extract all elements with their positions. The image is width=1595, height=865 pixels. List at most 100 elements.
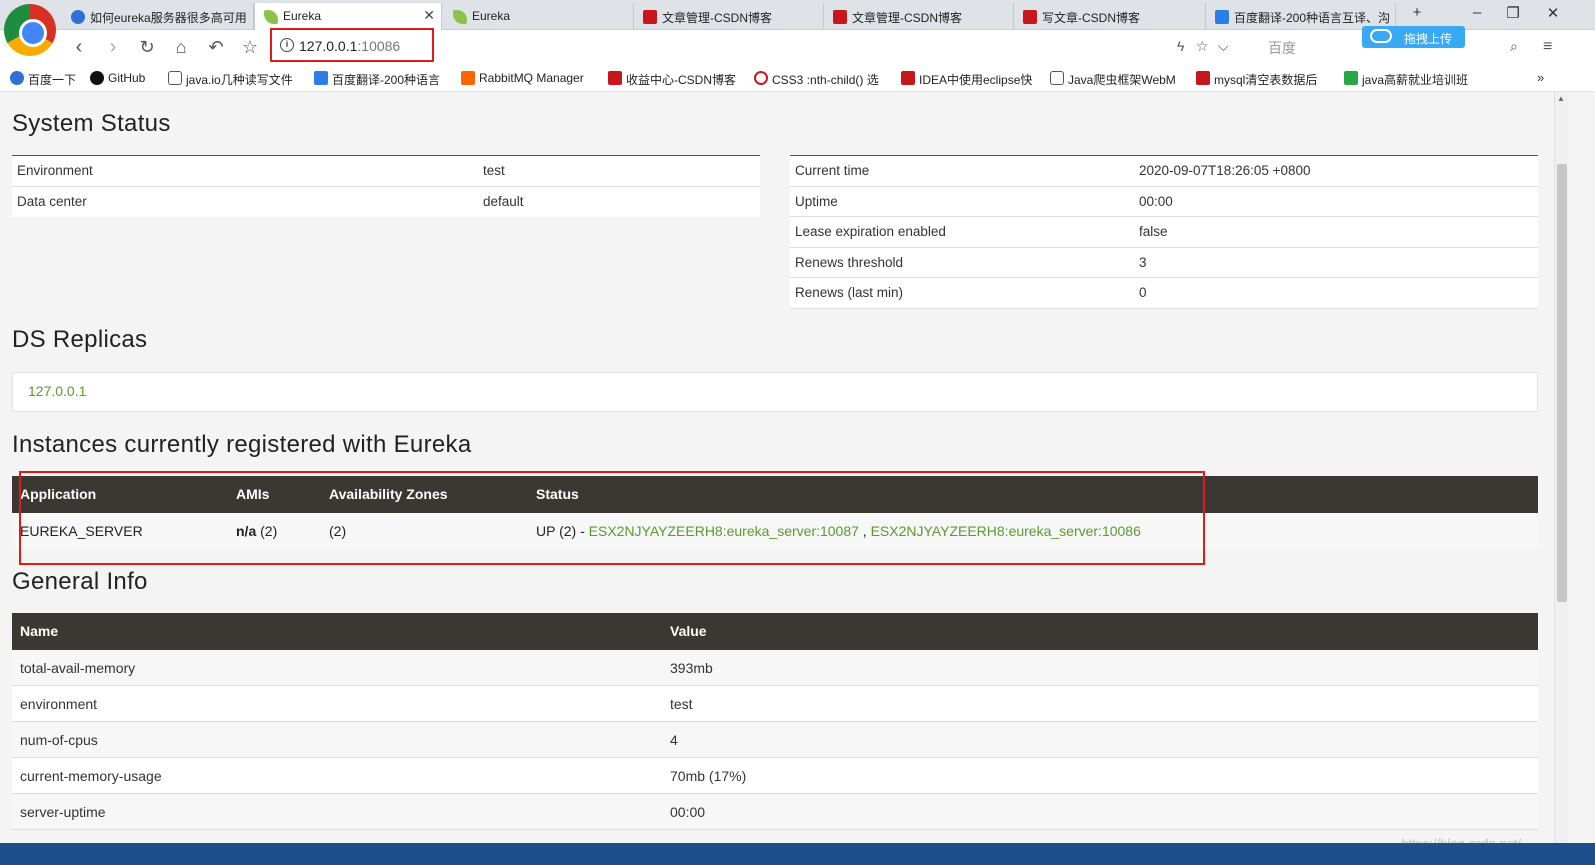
table-row: Environment test	[12, 156, 760, 187]
window-close-icon[interactable]: ✕	[1538, 4, 1568, 22]
system-status-title: System Status	[12, 110, 171, 137]
more-bookmarks-icon[interactable]: »	[1537, 70, 1544, 85]
csdn-icon	[1023, 10, 1037, 24]
scrollbar[interactable]: ▲	[1554, 92, 1568, 865]
bookmark-item[interactable]: IDEA中使用eclipse快	[901, 71, 1037, 88]
info-icon[interactable]: i	[280, 38, 294, 52]
url-text: 127.0.0.1:10086	[299, 38, 401, 54]
table-row: environment test	[12, 686, 1538, 722]
translate-icon	[1215, 10, 1229, 24]
bookmarks-bar: 百度一下 GitHub java.io几种读写文件 百度翻译-200种语言 Ra…	[0, 64, 1595, 92]
csdn-icon	[643, 10, 657, 24]
tab-eureka-active[interactable]: Eureka ✕	[254, 3, 442, 30]
system-status-left-table: Environment test Data center default	[12, 155, 760, 217]
browser-logo-icon	[4, 4, 56, 56]
star-icon[interactable]: ☆	[237, 36, 263, 58]
bookmark-item[interactable]: mysql清空表数据后	[1196, 71, 1332, 88]
search-icon[interactable]: ⌕	[1510, 38, 1518, 55]
toolbar: ‹ › ↻ ⌂ ↶ ☆	[0, 30, 1595, 64]
table-row: total-avail-memory 393mb	[12, 650, 1538, 686]
new-tab-icon[interactable]: +	[1402, 4, 1432, 21]
address-bar[interactable]: i 127.0.0.1:10086	[270, 28, 434, 62]
home-icon[interactable]: ⌂	[168, 36, 194, 58]
tab-2[interactable]: Eureka	[444, 3, 634, 30]
column-header: Name	[20, 623, 59, 639]
bookmark-item[interactable]: 百度翻译-200种语言	[314, 71, 448, 88]
menu-icon[interactable]: ≡	[1543, 38, 1552, 56]
highlight-box	[19, 471, 1205, 565]
reload-icon[interactable]: ↻	[134, 36, 160, 58]
lightning-icon[interactable]: ϟ	[1177, 38, 1184, 54]
taskbar	[0, 843, 1595, 865]
tab-label: 如何eureka服务器很多高可用	[90, 11, 247, 25]
rabbitmq-icon	[461, 71, 475, 85]
csdn-icon	[1196, 71, 1210, 85]
scroll-up-icon[interactable]: ▲	[1557, 94, 1565, 103]
tab-label: Eureka	[472, 9, 511, 23]
upload-button[interactable]: 拖拽上传	[1362, 26, 1465, 48]
table-row: Renews (last min) 0	[790, 278, 1538, 309]
restore-icon[interactable]: ❐	[1498, 4, 1528, 22]
table-header: Name Value	[12, 613, 1538, 650]
bookmark-icon	[1050, 71, 1064, 85]
paw-icon	[71, 10, 85, 24]
ds-replicas-title: DS Replicas	[12, 326, 148, 353]
general-info-rows: total-avail-memory 393mb environment test …	[12, 650, 1538, 830]
github-icon	[90, 71, 104, 85]
bookmark-item[interactable]: Java爬虫框架WebM	[1050, 71, 1184, 88]
system-status-right-table: Current time 2020-09-07T18:26:05 +0800 Up…	[790, 155, 1538, 309]
bookmark-icon	[168, 71, 182, 85]
csdn-icon	[901, 71, 915, 85]
tab-label: 文章管理-CSDN博客	[852, 11, 962, 25]
tab-4[interactable]: 文章管理-CSDN博客	[824, 3, 1014, 30]
undo-icon[interactable]: ↶	[203, 36, 229, 58]
upload-label: 拖拽上传	[1404, 32, 1453, 46]
tab-label: Eureka	[283, 9, 322, 23]
leaf-icon	[453, 10, 467, 24]
bookmark-item[interactable]: GitHub	[90, 71, 145, 85]
search-input[interactable]: 百度	[1246, 38, 1296, 58]
general-info-title: General Info	[12, 568, 148, 595]
translate-icon	[314, 71, 328, 85]
table-row: server-uptime 00:00	[12, 794, 1538, 830]
table-row: Renews threshold 3	[790, 248, 1538, 278]
leaf-icon	[264, 10, 278, 24]
back-icon[interactable]: ‹	[66, 36, 92, 58]
css-icon	[754, 71, 768, 85]
tab-0[interactable]: 如何eureka服务器很多高可用	[62, 3, 254, 30]
bookmark-item[interactable]: java.io几种读写文件	[168, 71, 302, 88]
instances-title: Instances currently registered with Eure…	[12, 431, 472, 458]
table-row: current-memory-usage 70mb (17%)	[12, 758, 1538, 794]
tab-label: 写文章-CSDN博客	[1042, 11, 1140, 25]
bookmark-item[interactable]: java高薪就业培训班	[1344, 71, 1480, 88]
general-info-table: Name Value total-avail-memory 393mb envir…	[12, 613, 1538, 830]
table-row: Lease expiration enabled false	[790, 217, 1538, 248]
tab-bar: 如何eureka服务器很多高可用 Eureka ✕ Eureka 文章管理-CS…	[0, 0, 1595, 30]
csdn-icon	[833, 10, 847, 24]
replica-link[interactable]: 127.0.0.1	[12, 372, 1538, 412]
bookmark-item[interactable]: 百度一下	[10, 71, 76, 88]
bookmark-item[interactable]: CSS3 :nth-child() 选	[754, 71, 890, 88]
table-row: Data center default	[17, 193, 524, 209]
csdn-icon	[608, 71, 622, 85]
column-header: Value	[670, 623, 707, 639]
tab-3[interactable]: 文章管理-CSDN博客	[634, 3, 824, 30]
eureka-page: System Status Environment test Data cent…	[0, 92, 1554, 865]
paw-icon	[10, 71, 24, 85]
forward-icon[interactable]: ›	[100, 36, 126, 58]
bookmark-item[interactable]: 收益中心-CSDN博客	[608, 71, 744, 88]
tab-label: 文章管理-CSDN博客	[662, 11, 772, 25]
bookmark-item[interactable]: RabbitMQ Manager	[461, 71, 597, 85]
minimize-icon[interactable]: –	[1462, 4, 1492, 21]
table-row: Current time 2020-09-07T18:26:05 +0800	[790, 156, 1538, 187]
favorite-icon[interactable]: ☆	[1196, 38, 1209, 55]
tab-label: 百度翻译-200种语言互译、沟	[1234, 11, 1391, 25]
sheet-icon	[1344, 71, 1358, 85]
table-row: Uptime 00:00	[790, 187, 1538, 217]
tab-5[interactable]: 写文章-CSDN博客	[1014, 3, 1206, 30]
dropdown-icon[interactable]: ⌵	[1218, 38, 1229, 55]
scrollbar-thumb[interactable]	[1557, 164, 1567, 602]
close-icon[interactable]: ✕	[423, 7, 435, 24]
table-row: num-of-cpus 4	[12, 722, 1538, 758]
cloud-icon	[1370, 29, 1392, 43]
